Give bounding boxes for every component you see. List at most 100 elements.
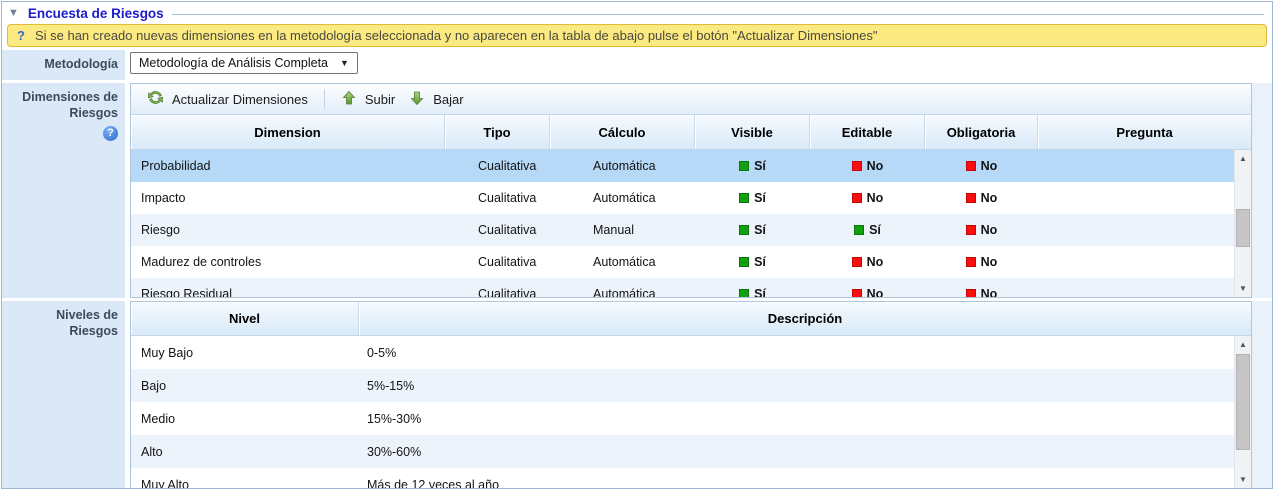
editable-cell: Sí: [810, 214, 925, 246]
flag-label: No: [981, 191, 998, 205]
dimension-row[interactable]: ImpactoCualitativaAutomáticaSíNoNo: [131, 182, 1234, 214]
dimensiones-label: Dimensiones de Riesgos: [22, 90, 118, 120]
metodologia-content: Metodología de Análisis Completa ▼: [130, 50, 1272, 80]
dimensions-panel: Actualizar Dimensiones Subir: [130, 83, 1252, 298]
bajar-label: Bajar: [433, 92, 463, 107]
pregunta-cell: [1038, 150, 1234, 182]
dimension-row[interactable]: RiesgoCualitativaManualSíSíNo: [131, 214, 1234, 246]
subir-button[interactable]: Subir: [334, 87, 402, 112]
flag-label: No: [981, 255, 998, 269]
tipo-cell: Cualitativa: [445, 278, 550, 297]
metodologia-select[interactable]: Metodología de Análisis Completa ▼: [130, 52, 358, 74]
calculo-cell: Automática: [550, 182, 695, 214]
obligatoria-cell: No: [925, 150, 1038, 182]
dimension-name-cell: Riesgo: [131, 214, 445, 246]
visible-cell: Sí: [695, 214, 810, 246]
column-header-obligatoria[interactable]: Obligatoria: [925, 115, 1038, 149]
column-header-dimension[interactable]: Dimension: [131, 115, 445, 149]
tipo-cell: Cualitativa: [445, 214, 550, 246]
collapse-icon[interactable]: ▼: [8, 8, 19, 19]
column-header-editable[interactable]: Editable: [810, 115, 925, 149]
column-header-visible[interactable]: Visible: [695, 115, 810, 149]
obligatoria-cell: No: [925, 278, 1038, 297]
column-header-descripción[interactable]: Descripción: [359, 302, 1251, 335]
levels-scrollbar[interactable]: ▲ ▼: [1234, 336, 1251, 488]
descripcion-cell: 30%-60%: [359, 435, 1234, 468]
descripcion-cell: 0-5%: [359, 336, 1234, 369]
yes-square-icon: [739, 193, 749, 203]
scroll-thumb[interactable]: [1236, 354, 1250, 450]
actualizar-dimensiones-button[interactable]: Actualizar Dimensiones: [140, 86, 315, 112]
scroll-down-icon[interactable]: ▼: [1235, 280, 1251, 297]
yes-square-icon: [739, 225, 749, 235]
yes-square-icon: [739, 257, 749, 267]
scroll-thumb[interactable]: [1236, 209, 1250, 247]
column-header-tipo[interactable]: Tipo: [445, 115, 550, 149]
calculo-cell: Automática: [550, 150, 695, 182]
calculo-cell: Automática: [550, 246, 695, 278]
dimension-row[interactable]: Riesgo ResidualCualitativaAutomáticaSíNo…: [131, 278, 1234, 297]
flag-label: No: [867, 287, 884, 297]
dimensions-scrollbar[interactable]: ▲ ▼: [1234, 150, 1251, 297]
dimensions-table-body: ProbabilidadCualitativaAutomáticaSíNoNoI…: [131, 150, 1234, 297]
subir-label: Subir: [365, 92, 395, 107]
help-icon[interactable]: ?: [103, 126, 118, 141]
scroll-down-icon[interactable]: ▼: [1235, 471, 1251, 488]
pregunta-cell: [1038, 214, 1234, 246]
level-row[interactable]: Bajo5%-15%: [131, 369, 1234, 402]
no-square-icon: [852, 161, 862, 171]
nivel-cell: Bajo: [131, 369, 359, 402]
dimensiones-content: Actualizar Dimensiones Subir: [130, 83, 1272, 298]
level-row[interactable]: Muy Bajo0-5%: [131, 336, 1234, 369]
calculo-cell: Automática: [550, 278, 695, 297]
no-square-icon: [966, 289, 976, 297]
level-row[interactable]: Medio15%-30%: [131, 402, 1234, 435]
legend-divider: [172, 14, 1264, 15]
flag-label: No: [981, 223, 998, 237]
yes-square-icon: [739, 289, 749, 297]
column-header-pregunta[interactable]: Pregunta: [1038, 115, 1251, 149]
flag-label: Sí: [754, 255, 766, 269]
obligatoria-cell: No: [925, 182, 1038, 214]
editable-cell: No: [810, 182, 925, 214]
nivel-cell: Muy Alto: [131, 468, 359, 488]
panel-header: ▼ Encuesta de Riesgos: [2, 2, 1272, 21]
dimensiones-row: Dimensiones de Riesgos ? Actualizar Dime…: [2, 83, 1272, 298]
obligatoria-cell: No: [925, 246, 1038, 278]
dimensions-table-body-wrap: ProbabilidadCualitativaAutomáticaSíNoNoI…: [131, 150, 1251, 297]
scroll-up-icon[interactable]: ▲: [1235, 336, 1251, 353]
question-icon: ?: [17, 28, 25, 43]
flag-label: No: [981, 159, 998, 173]
no-square-icon: [966, 193, 976, 203]
flag-label: Sí: [754, 287, 766, 297]
column-header-cálculo[interactable]: Cálculo: [550, 115, 695, 149]
no-square-icon: [852, 257, 862, 267]
scroll-track[interactable]: [1235, 167, 1251, 280]
no-square-icon: [966, 161, 976, 171]
visible-cell: Sí: [695, 182, 810, 214]
dimensions-toolbar: Actualizar Dimensiones Subir: [131, 84, 1251, 115]
visible-cell: Sí: [695, 246, 810, 278]
encuesta-de-riesgos-panel: ▼ Encuesta de Riesgos ? Si se han creado…: [1, 1, 1273, 489]
level-row[interactable]: Muy AltoMás de 12 veces al año: [131, 468, 1234, 488]
dimension-row[interactable]: ProbabilidadCualitativaAutomáticaSíNoNo: [131, 150, 1234, 182]
column-header-nivel[interactable]: Nivel: [131, 302, 359, 335]
flag-label: No: [981, 287, 998, 297]
arrow-down-icon: [409, 90, 425, 109]
levels-table-body-wrap: Muy Bajo0-5%Bajo5%-15%Medio15%-30%Alto30…: [131, 336, 1251, 488]
scroll-up-icon[interactable]: ▲: [1235, 150, 1251, 167]
yes-square-icon: [739, 161, 749, 171]
flag-label: Sí: [754, 223, 766, 237]
no-square-icon: [966, 225, 976, 235]
scroll-track[interactable]: [1235, 353, 1251, 471]
nivel-cell: Muy Bajo: [131, 336, 359, 369]
flag-label: Sí: [754, 191, 766, 205]
bajar-button[interactable]: Bajar: [402, 87, 470, 112]
metodologia-row: Metodología Metodología de Análisis Comp…: [2, 50, 1272, 80]
dimension-name-cell: Impacto: [131, 182, 445, 214]
dimension-row[interactable]: Madurez de controlesCualitativaAutomátic…: [131, 246, 1234, 278]
flag-label: Sí: [869, 223, 881, 237]
visible-cell: Sí: [695, 278, 810, 297]
descripcion-cell: 15%-30%: [359, 402, 1234, 435]
level-row[interactable]: Alto30%-60%: [131, 435, 1234, 468]
